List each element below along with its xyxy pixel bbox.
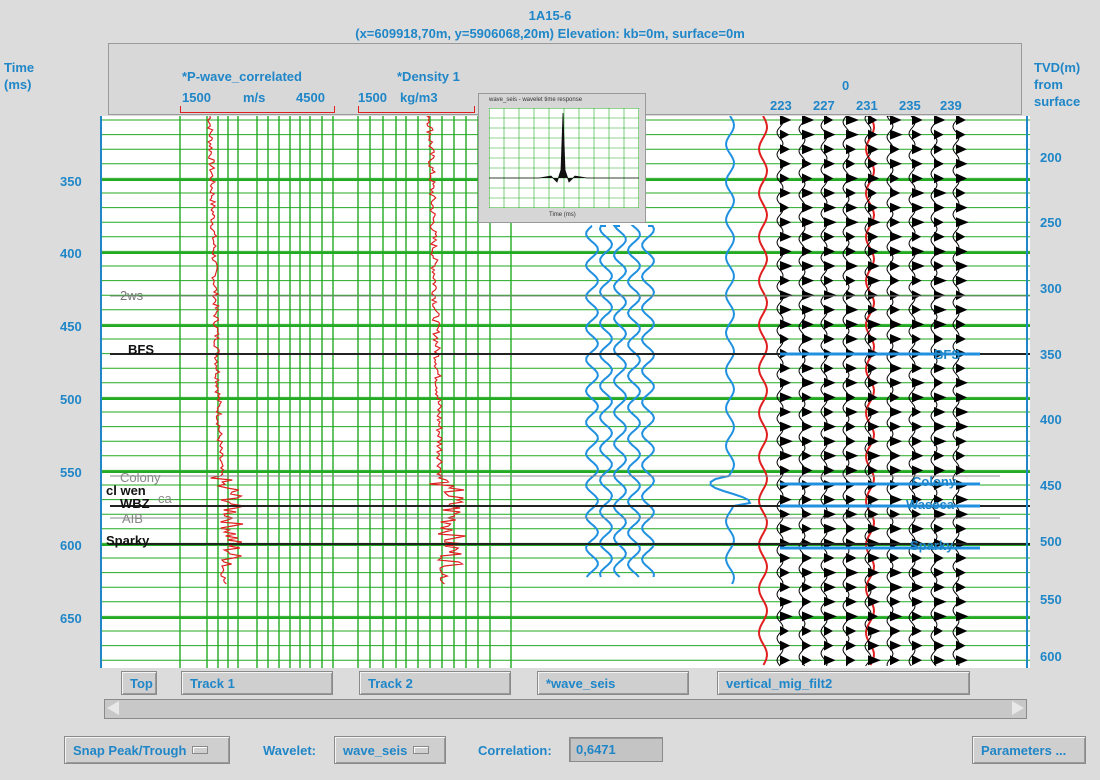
time-axis-title: Time <box>4 60 35 75</box>
top-button[interactable]: Top <box>121 671 157 695</box>
depth-axis-title: TVD(m) <box>1034 60 1081 75</box>
time-tick-500: 500 <box>60 392 82 407</box>
time-tick-350: 350 <box>60 174 82 189</box>
depth-tick-400: 400 <box>1040 412 1062 427</box>
horizontal-scrollbar[interactable] <box>104 699 1027 719</box>
parameters-button[interactable]: Parameters ... <box>972 736 1086 764</box>
scroll-left-icon[interactable] <box>107 701 119 715</box>
wavelet-popup[interactable]: wave_seis - wavelet time response Time (… <box>478 93 646 223</box>
time-axis-unit: (ms) <box>4 77 32 92</box>
well-title: 1A15-6 <box>528 8 572 23</box>
time-tick-650: 650 <box>60 611 82 626</box>
time-tick-600: 600 <box>60 538 82 553</box>
density-scale-bracket <box>358 106 475 113</box>
depth-axis-sub2: surface <box>1034 94 1081 109</box>
scroll-right-icon[interactable] <box>1012 701 1024 715</box>
pwave-unit: m/s <box>243 90 266 105</box>
wavelet-select[interactable]: wave_seis <box>334 736 446 764</box>
depth-tick-550: 550 <box>1040 592 1062 607</box>
time-tick-400: 400 <box>60 246 82 261</box>
pwave-scale-bracket <box>180 106 335 113</box>
marker-waseca-left[interactable]: ca <box>158 491 172 506</box>
marker-sparky[interactable]: Sparky <box>106 533 149 548</box>
pwave-track-name: *P-wave_correlated <box>182 69 302 84</box>
depth-tick-600: 600 <box>1040 649 1062 664</box>
wavelet-value: wave_seis <box>343 742 408 758</box>
pwave-max: 4500 <box>296 90 325 105</box>
marker-waseca-right[interactable]: Waseca <box>906 497 954 512</box>
pwave-min: 1500 <box>182 90 211 105</box>
marker-sparky-right[interactable]: Sparky <box>910 538 953 553</box>
trace-label-231: 231 <box>856 98 878 113</box>
marker-colony-right[interactable]: Colony <box>912 474 956 489</box>
wave-seis-button[interactable]: *wave_seis <box>537 671 689 695</box>
option-menu-icon <box>413 746 430 754</box>
trace-label-227: 227 <box>813 98 835 113</box>
density-min: 1500 <box>358 90 387 105</box>
marker-aib[interactable]: AIB <box>122 511 143 526</box>
time-axis-line <box>100 116 102 668</box>
time-tick-550: 550 <box>60 465 82 480</box>
depth-axis-line <box>1026 116 1028 668</box>
marker-bfs[interactable]: BFS <box>128 342 154 357</box>
track1-button[interactable]: Track 1 <box>181 671 333 695</box>
density-unit: kg/m3 <box>400 90 438 105</box>
depth-tick-200: 200 <box>1040 150 1062 165</box>
depth-tick-500: 500 <box>1040 534 1062 549</box>
correlation-label: Correlation: <box>478 743 552 758</box>
marker-2ws[interactable]: 2ws <box>120 288 143 303</box>
depth-tick-250: 250 <box>1040 215 1062 230</box>
depth-axis-sub1: from <box>1034 77 1063 92</box>
option-menu-icon <box>192 746 209 754</box>
snap-label: Snap Peak/Trough <box>73 742 187 758</box>
vertical-mig-button[interactable]: vertical_mig_filt2 <box>717 671 970 695</box>
trace-label-235: 235 <box>899 98 921 113</box>
wavelet-label: Wavelet: <box>263 743 316 758</box>
density-track-name: *Density 1 <box>397 69 460 84</box>
popup-xlabel: Time (ms) <box>549 212 576 218</box>
depth-tick-300: 300 <box>1040 281 1062 296</box>
correlation-field[interactable]: 0,6471 <box>569 737 663 762</box>
marker-wbz[interactable]: WBZ <box>120 496 150 511</box>
track2-button[interactable]: Track 2 <box>359 671 511 695</box>
depth-tick-350: 350 <box>1040 347 1062 362</box>
depth-tick-450: 450 <box>1040 478 1062 493</box>
trace-label-223: 223 <box>770 98 792 113</box>
popup-title: wave_seis - wavelet time response <box>489 97 583 103</box>
trace-label-239: 239 <box>940 98 962 113</box>
snap-peak-trough-menu[interactable]: Snap Peak/Trough <box>64 736 230 764</box>
wavelet-chart <box>489 108 639 208</box>
time-tick-450: 450 <box>60 319 82 334</box>
well-location: (x=609918,70m, y=5906068,20m) Elevation:… <box>355 26 745 41</box>
marker-bfs-right[interactable]: BFS <box>934 347 960 362</box>
seismic-header-top: 0 <box>842 78 850 93</box>
